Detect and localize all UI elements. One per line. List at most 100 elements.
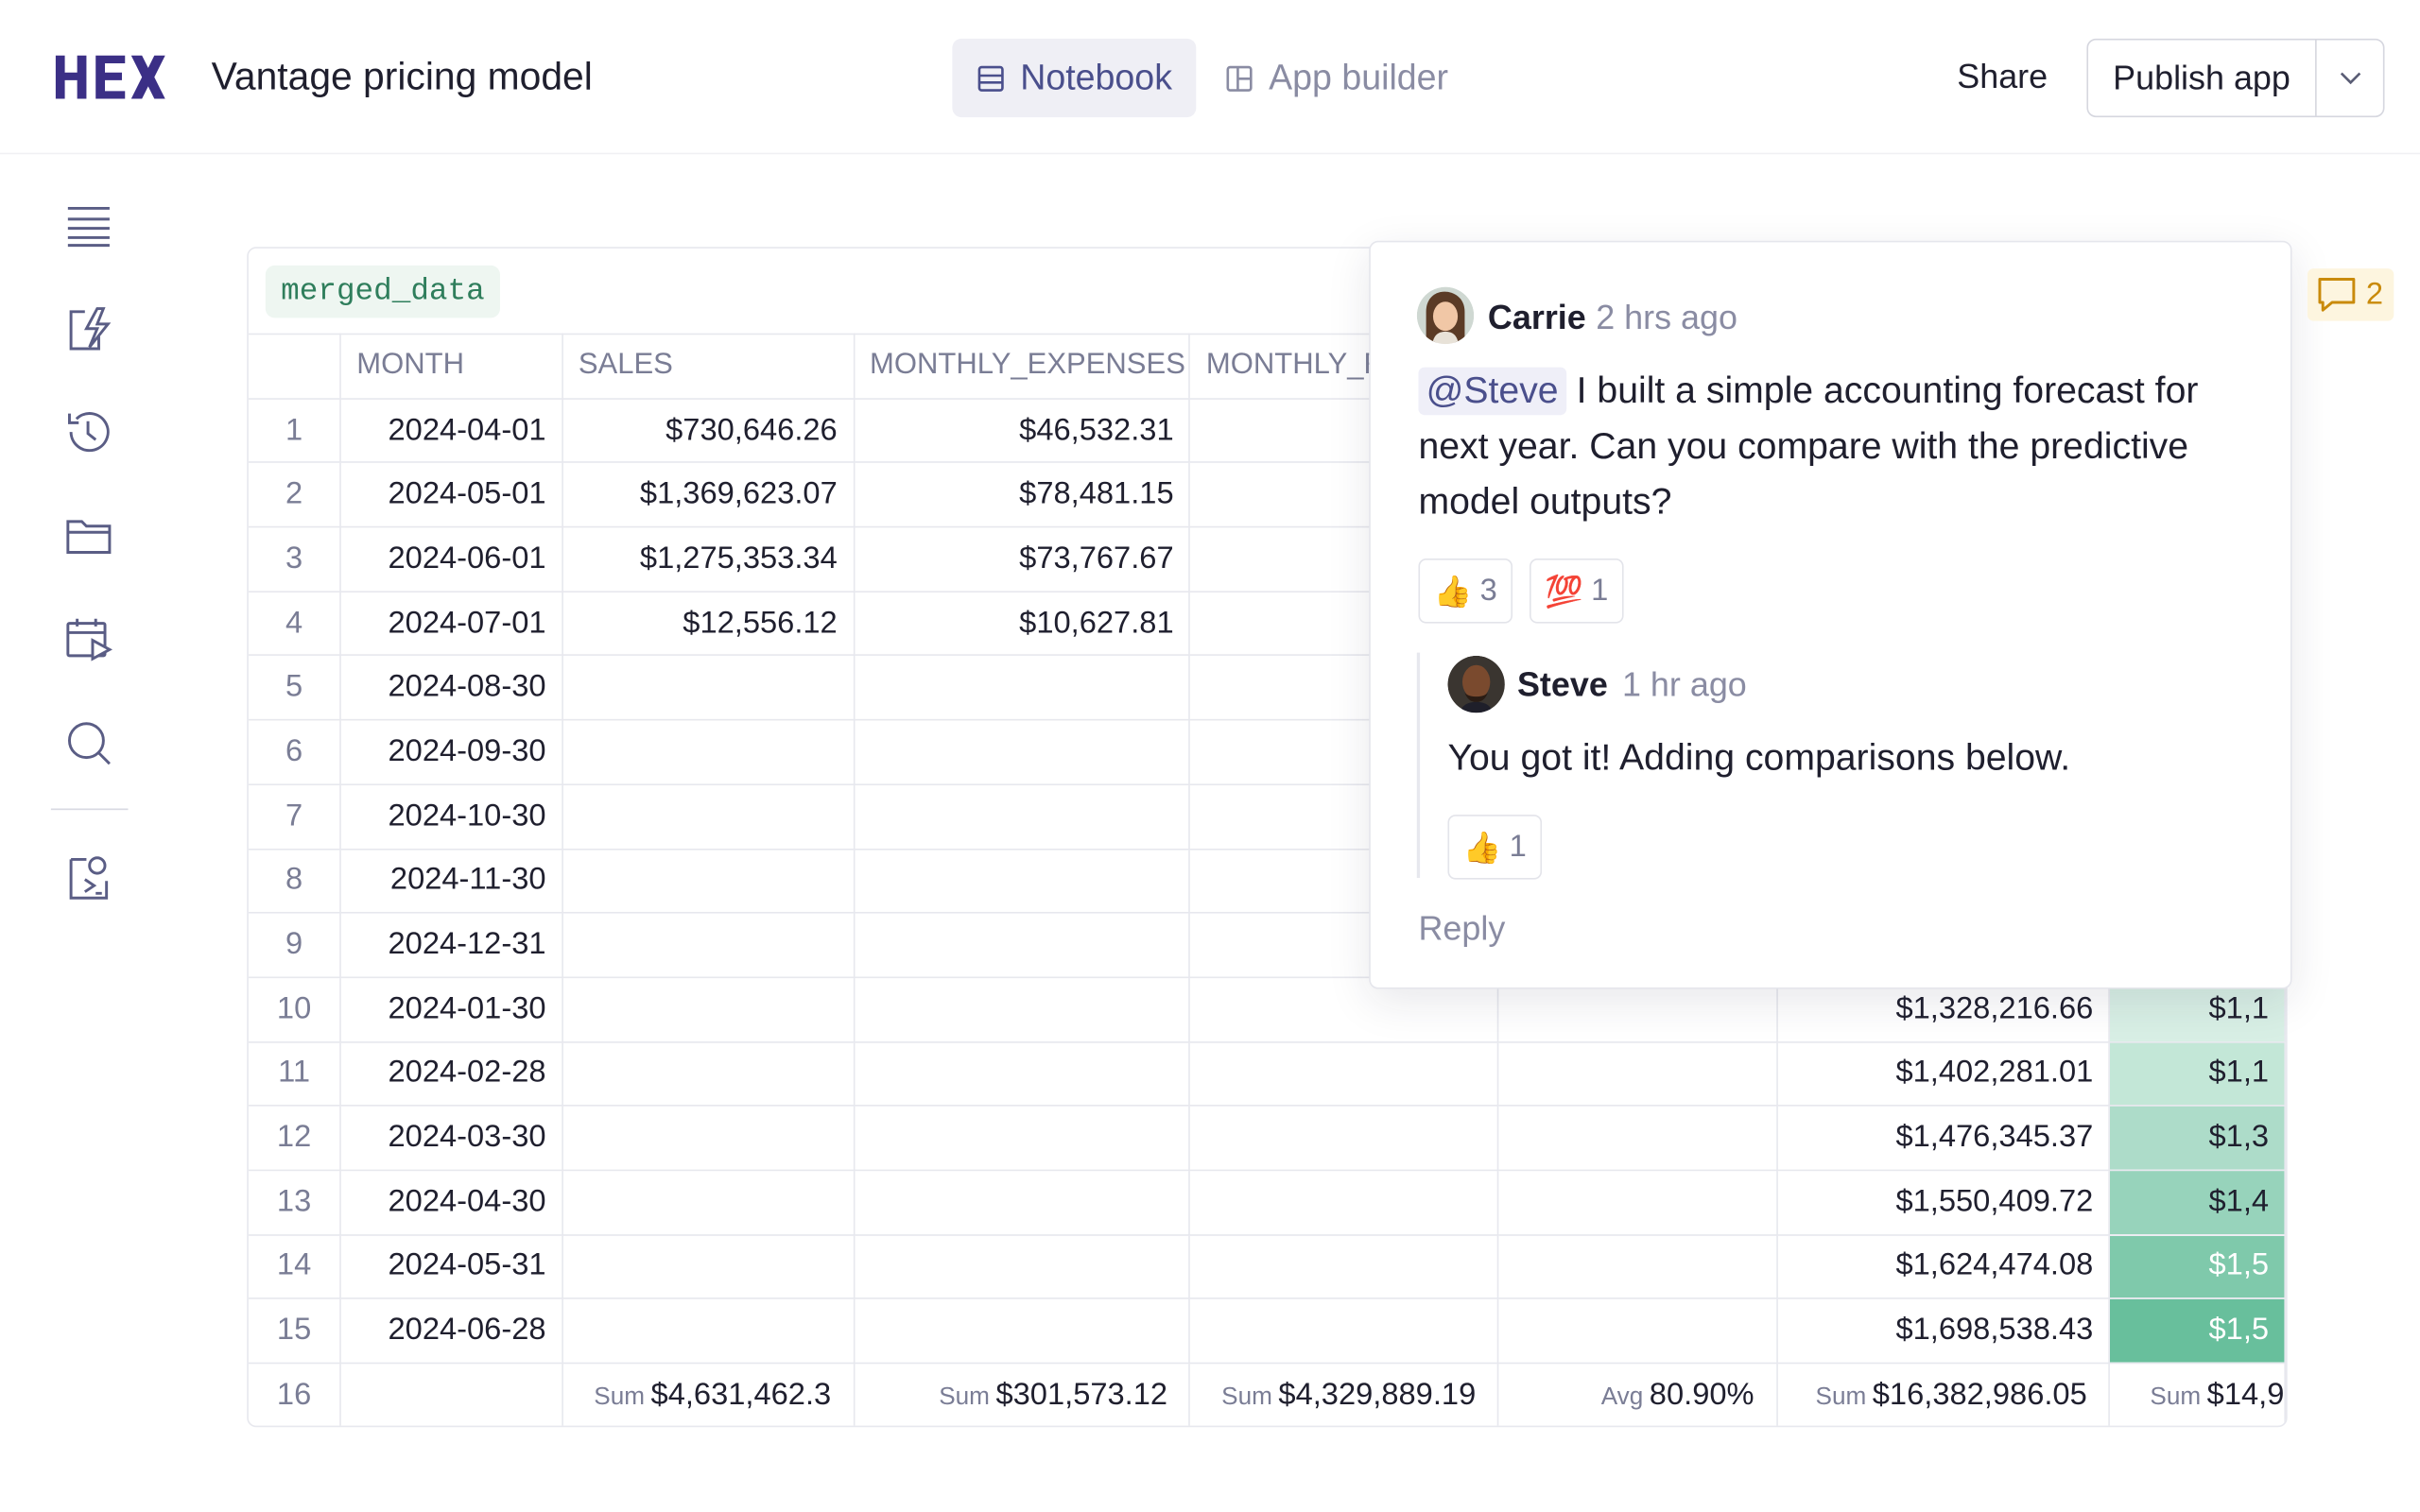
table-cell: $730,646.26 [562, 398, 855, 464]
column-header[interactable]: MONTH [340, 333, 563, 400]
aggregate-label: Sum [594, 1383, 646, 1411]
environment-icon[interactable] [63, 851, 114, 902]
publish-app-button[interactable]: Publish app [2088, 40, 2317, 116]
column-header[interactable]: SALES [562, 333, 855, 400]
reaction-thumbs-up[interactable]: 👍 3 [1418, 558, 1513, 624]
table-cell [1189, 1106, 1499, 1172]
table-cell [1497, 1041, 1778, 1108]
publish-options-dropdown[interactable] [2317, 40, 2383, 115]
column-header[interactable]: MONTHLY_EXPENSES [853, 333, 1191, 400]
tab-notebook[interactable]: Notebook [952, 38, 1198, 118]
table-cell [562, 719, 855, 785]
dataframe-name[interactable]: merged_data [265, 265, 501, 318]
table-cell [562, 1298, 855, 1365]
table-cell [1497, 1234, 1778, 1300]
lightning-icon[interactable] [63, 304, 114, 355]
reaction-count: 1 [1509, 829, 1527, 864]
table-cell: $73,767.67 [853, 526, 1191, 593]
reply-timestamp: 1 hr ago [1621, 664, 1747, 704]
chevron-down-icon [2340, 72, 2360, 85]
table-cell [562, 977, 855, 1042]
table-cell: 2024-04-01 [340, 398, 563, 464]
comment-popover: Carrie 2 hrs ago @Steve I built a simple… [1369, 240, 2292, 989]
table-row[interactable]: 11 2024-02-28 $1,402,281.01 $1,1 [248, 1041, 2287, 1108]
table-row[interactable]: 13 2024-04-30 $1,550,409.72 $1,4 [248, 1170, 2287, 1236]
table-cell [853, 783, 1191, 850]
aggregate-cell[interactable]: Avg 80.90% [1497, 1363, 1778, 1426]
avatar [1447, 655, 1505, 713]
table-cell [1497, 1170, 1778, 1236]
table-cell [853, 719, 1191, 785]
row-index: 1 [248, 398, 341, 464]
table-cell: 2024-02-28 [340, 1041, 563, 1108]
table-cell: $46,532.31 [853, 398, 1191, 464]
table-cell: $1,624,474.08 [1776, 1234, 2111, 1300]
notebook-icon [977, 64, 1004, 92]
row-index: 4 [248, 591, 341, 657]
reaction-hundred[interactable]: 💯 1 [1530, 558, 1624, 624]
thumbs-up-icon: 👍 [1433, 575, 1473, 610]
table-cell: 2024-05-01 [340, 462, 563, 528]
user-mention[interactable]: @Steve [1418, 367, 1566, 416]
aggregate-cell[interactable]: Sum $16,382,986.05 [1776, 1363, 2111, 1426]
tab-notebook-label: Notebook [1020, 57, 1172, 97]
table-cell: 2024-03-30 [340, 1106, 563, 1172]
aggregate-value: $4,329,889.19 [1278, 1377, 1477, 1412]
table-row[interactable]: 14 2024-05-31 $1,624,474.08 $1,5 [248, 1234, 2287, 1300]
schedule-icon[interactable] [63, 614, 114, 665]
reaction-thumbs-up[interactable]: 👍 1 [1447, 815, 1543, 880]
table-row[interactable]: 12 2024-03-30 $1,476,345.37 $1,3 [248, 1106, 2287, 1172]
row-index: 5 [248, 655, 341, 721]
table-cell [1189, 1041, 1499, 1108]
search-icon[interactable] [63, 717, 114, 768]
folder-icon[interactable] [63, 510, 114, 561]
table-cell [853, 1041, 1191, 1108]
aggregate-cell [340, 1363, 563, 1426]
comment-timestamp: 2 hrs ago [1596, 298, 1737, 336]
table-cell [853, 848, 1191, 914]
tab-app-builder[interactable]: App builder [1201, 39, 1473, 117]
comment-count-badge[interactable]: 2 [2307, 268, 2394, 321]
row-index: 6 [248, 719, 341, 785]
aggregate-cell[interactable]: Sum $4,631,462.3 [562, 1363, 855, 1426]
aggregate-value: $14,9 [2206, 1377, 2285, 1412]
hex-logo[interactable] [55, 53, 170, 102]
table-row[interactable]: 15 2024-06-28 $1,698,538.43 $1,5 [248, 1298, 2287, 1365]
table-cell: 2024-05-31 [340, 1234, 563, 1300]
table-cell: $78,481.15 [853, 462, 1191, 528]
table-cell: $10,627.81 [853, 591, 1191, 657]
table-cell: $1,476,345.37 [1776, 1106, 2111, 1172]
index-header [248, 333, 341, 400]
table-cell: $1,1 [2109, 1041, 2287, 1108]
table-cell [1497, 1106, 1778, 1172]
aggregate-cell[interactable]: Sum $4,329,889.19 [1189, 1363, 1499, 1426]
table-cell [853, 1170, 1191, 1236]
table-cell [1189, 1170, 1499, 1236]
aggregate-label: Sum [2150, 1383, 2202, 1411]
aggregate-cell[interactable]: Sum $14,9 [2109, 1363, 2287, 1426]
table-cell: 2024-09-30 [340, 719, 563, 785]
aggregate-row: 16 Sum $4,631,462.3 Sum $301,573.12 Sum $4,329… [248, 1363, 2287, 1426]
table-cell [562, 783, 855, 850]
table-cell [853, 913, 1191, 978]
table-cell: 2024-04-30 [340, 1170, 563, 1236]
aggregate-value: $301,573.12 [995, 1377, 1168, 1412]
row-index: 7 [248, 783, 341, 850]
table-cell [853, 1234, 1191, 1300]
history-icon[interactable] [63, 407, 114, 458]
table-cell [562, 1106, 855, 1172]
table-cell [853, 1298, 1191, 1365]
table-cell: 2024-11-30 [340, 848, 563, 914]
outline-icon[interactable] [63, 200, 114, 251]
share-button[interactable]: Share [1957, 57, 2048, 96]
thread-line [1416, 652, 1421, 879]
table-cell: $1,550,409.72 [1776, 1170, 2111, 1236]
comment-count: 2 [2365, 277, 2384, 311]
project-title[interactable]: Vantage pricing model [212, 56, 593, 100]
table-cell: $12,556.12 [562, 591, 855, 657]
aggregate-cell[interactable]: Sum $301,573.12 [853, 1363, 1191, 1426]
reply-body: You got it! Adding comparisons below. [1447, 737, 2071, 780]
row-index: 15 [248, 1298, 341, 1365]
row-index: 3 [248, 526, 341, 593]
reply-button[interactable]: Reply [1418, 909, 1505, 949]
